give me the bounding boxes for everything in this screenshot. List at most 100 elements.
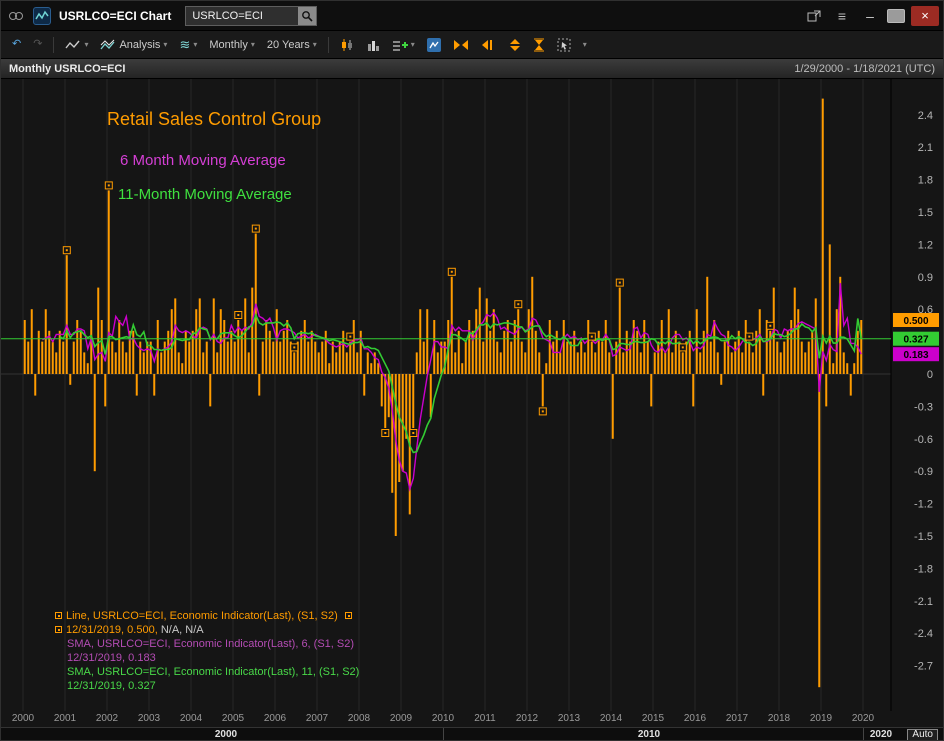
undo-button[interactable]: ↶ [7, 37, 26, 52]
analysis-icon [100, 39, 116, 51]
x-year-label: 2017 [726, 713, 748, 724]
annotation-button[interactable] [422, 36, 446, 54]
decade-label: 2020 [861, 729, 901, 740]
legend-handle-icon[interactable] [55, 612, 62, 619]
range-dropdown[interactable]: 20 Years ▾ [262, 37, 322, 53]
x-year-label: 2019 [810, 713, 832, 724]
legend-handle-icon[interactable] [55, 626, 62, 633]
chevron-down-icon: ▾ [193, 40, 197, 49]
x-year-label: 2018 [768, 713, 790, 724]
add-series-icon [392, 38, 408, 52]
x-year-label: 2004 [180, 713, 202, 724]
svg-text:1.8: 1.8 [918, 175, 933, 187]
chevron-down-icon: ▾ [84, 40, 88, 49]
link-icon[interactable] [5, 5, 27, 27]
svg-text:1.5: 1.5 [918, 207, 933, 219]
svg-text:2.1: 2.1 [918, 142, 933, 154]
annotation-ma11[interactable]: 11-Month Moving Average [118, 186, 292, 203]
chevron-down-icon: ▾ [251, 40, 255, 49]
chart-pane-title: Monthly USRLCO=ECI [9, 63, 125, 75]
toolbar-separator [53, 37, 54, 53]
svg-text:0.183: 0.183 [903, 350, 928, 361]
maximize-button[interactable] [887, 9, 905, 23]
line-style-dropdown[interactable]: ▾ [60, 37, 93, 53]
jump-to-end-button[interactable] [476, 37, 502, 53]
legend-line-na: N/A, N/A [161, 624, 204, 636]
window-title: USRLCO=ECI Chart [59, 9, 171, 23]
analysis-dropdown[interactable]: Analysis ▾ [95, 37, 172, 53]
point-markers [63, 182, 774, 437]
interval-dropdown[interactable]: Monthly ▾ [204, 37, 260, 53]
decade-separator [443, 728, 444, 741]
legend-row-line[interactable]: Line, USRLCO=ECI, Economic Indicator(Las… [55, 609, 359, 623]
x-year-label: 2010 [432, 713, 454, 724]
chart-type-button[interactable] [335, 36, 359, 54]
chart-pane-header: Monthly USRLCO=ECI 1/29/2000 - 1/18/2021… [1, 59, 943, 79]
x-year-label: 2006 [264, 713, 286, 724]
search-icon[interactable] [298, 7, 316, 25]
svg-text:0.327: 0.327 [903, 335, 928, 346]
minimize-button[interactable]: – [859, 5, 881, 27]
x-year-label: 2008 [348, 713, 370, 724]
annotation-title[interactable]: Retail Sales Control Group [107, 109, 321, 130]
waves-icon: ≋ [179, 37, 190, 53]
add-series-button[interactable]: ▾ [387, 36, 420, 54]
titlebar-right: ≡ – × [803, 5, 939, 27]
svg-text:-1.5: -1.5 [914, 531, 933, 543]
svg-text:-0.6: -0.6 [914, 434, 933, 446]
time-window-button[interactable] [528, 36, 550, 54]
toolbar-separator [328, 37, 329, 53]
x-year-label: 2013 [558, 713, 580, 724]
svg-text:0.9: 0.9 [918, 272, 933, 284]
symbol-search-input[interactable]: USRLCO=ECI [192, 10, 263, 22]
close-button[interactable]: × [911, 6, 939, 26]
menu-icon[interactable]: ≡ [831, 5, 853, 27]
decade-label: 2010 [629, 729, 669, 740]
smoothing-dropdown[interactable]: ≋ ▾ [174, 35, 202, 55]
x-year-label: 2020 [852, 713, 874, 724]
svg-text:-0.3: -0.3 [914, 401, 933, 413]
zoom-vertical-button[interactable] [504, 36, 526, 54]
legend-row-sma6-values: 12/31/2019, 0.183 [67, 651, 359, 665]
chart-type-alt-button[interactable] [361, 36, 385, 54]
x-year-label: 2012 [516, 713, 538, 724]
svg-text:-2.1: -2.1 [914, 596, 933, 608]
x-year-label: 2015 [642, 713, 664, 724]
legend-row-sma6[interactable]: SMA, USRLCO=ECI, Economic Indicator(Last… [67, 637, 359, 651]
line-style-icon [65, 39, 81, 51]
popout-icon[interactable] [803, 5, 825, 27]
legend-handle-icon[interactable] [345, 612, 352, 619]
selection-mode-button[interactable] [552, 36, 576, 54]
annotation-ma6[interactable]: 6 Month Moving Average [120, 152, 286, 169]
svg-text:-1.2: -1.2 [914, 499, 933, 511]
legend-row-sma11-values: 12/31/2019, 0.327 [67, 679, 359, 693]
x-year-label: 2003 [138, 713, 160, 724]
x-axis-years[interactable]: 2000200120022003200420052006200720082009… [1, 711, 943, 727]
x-year-label: 2005 [222, 713, 244, 724]
toolbar-overflow-chevron[interactable]: ▾ [578, 38, 592, 51]
legend-sma6-values: 12/31/2019, 0.183 [67, 652, 156, 664]
scroll-left-right-button[interactable] [448, 37, 474, 53]
auto-scale-button[interactable]: Auto [907, 729, 938, 741]
legend-line-values: 12/31/2019, 0.500, [66, 624, 158, 636]
svg-text:-1.8: -1.8 [914, 563, 933, 575]
x-year-label: 2009 [390, 713, 412, 724]
bar-chart-icon [366, 38, 380, 52]
legend-sma11-text: SMA, USRLCO=ECI, Economic Indicator(Last… [67, 666, 359, 678]
titlebar-left: USRLCO=ECI Chart USRLCO=ECI [5, 5, 317, 27]
redo-button[interactable]: ↷ [28, 37, 47, 52]
svg-text:1.2: 1.2 [918, 239, 933, 251]
legend-sma6-text: SMA, USRLCO=ECI, Economic Indicator(Last… [67, 638, 354, 650]
chart-date-range: 1/29/2000 - 1/18/2021 (UTC) [794, 63, 935, 75]
svg-text:-2.4: -2.4 [914, 628, 933, 640]
candlestick-icon [340, 38, 354, 52]
svg-text:-2.7: -2.7 [914, 661, 933, 673]
x-year-label: 2007 [306, 713, 328, 724]
x-axis-decades[interactable]: 2000 2010 2020 Auto [1, 727, 943, 741]
chart-app-icon [33, 7, 51, 25]
legend-row-sma11[interactable]: SMA, USRLCO=ECI, Economic Indicator(Last… [67, 665, 359, 679]
arrows-inward-icon [481, 39, 497, 51]
y-axis-labels: 2.42.11.81.51.20.90.60-0.3-0.6-0.9-1.2-1… [914, 110, 933, 673]
decade-separator [863, 728, 864, 741]
symbol-search-box[interactable]: USRLCO=ECI [185, 6, 317, 26]
